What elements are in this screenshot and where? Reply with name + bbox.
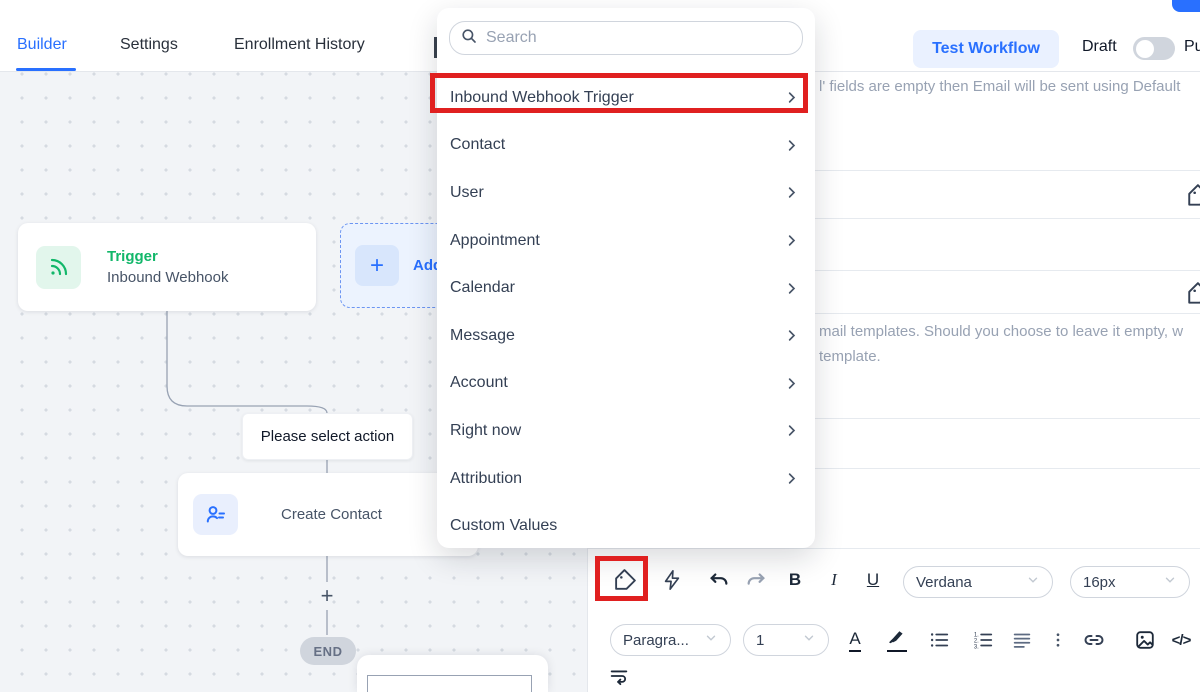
trigger-node-subtitle: Inbound Webhook [107, 267, 229, 288]
menu-search-box[interactable] [449, 21, 803, 55]
italic-button[interactable]: I [820, 566, 848, 594]
undo-icon[interactable] [705, 566, 733, 594]
publish-toggle[interactable] [1133, 37, 1175, 60]
menu-item-calendar[interactable]: Calendar [437, 264, 815, 312]
menu-item-account[interactable]: Account [437, 360, 815, 408]
menu-item-custom-values[interactable]: Custom Values [437, 502, 815, 548]
create-contact-node[interactable]: Create Contact [178, 473, 478, 556]
menu-item-user[interactable]: User [437, 169, 815, 217]
helper-text-default-email: l' fields are empty then Email will be s… [819, 78, 1180, 95]
underline-button[interactable]: U [859, 566, 887, 594]
insert-image-icon[interactable] [1131, 626, 1159, 654]
trigger-node-title: Trigger [107, 246, 229, 267]
active-tab-underline [16, 68, 76, 71]
contact-icon [193, 494, 238, 535]
menu-item-message[interactable]: Message [437, 312, 815, 360]
plus-icon: + [355, 245, 399, 286]
helper-text-templates-1: mail templates. Should you choose to lea… [819, 323, 1183, 340]
search-input[interactable] [486, 29, 766, 47]
chevron-right-icon [784, 281, 799, 296]
numbered-list-icon[interactable]: 1. 2. 3. [969, 626, 997, 654]
chevron-right-icon [784, 423, 799, 438]
chevron-right-icon [784, 376, 799, 391]
annotation-box-inbound-webhook-trigger [430, 73, 808, 113]
search-icon [460, 27, 478, 50]
chevron-down-icon [802, 631, 816, 649]
custom-values-tag-icon[interactable] [1186, 281, 1200, 312]
helper-text-templates-2: template. [819, 348, 881, 365]
chevron-down-icon [1026, 573, 1040, 591]
align-text-icon[interactable] [1008, 626, 1036, 654]
insert-link-icon[interactable] [1080, 626, 1108, 654]
chevron-right-icon [784, 185, 799, 200]
annotation-box-tag-button [595, 556, 648, 601]
bold-button[interactable]: B [781, 566, 809, 594]
webhook-icon [36, 246, 81, 289]
highlight-color-button[interactable] [883, 626, 911, 654]
lightning-icon[interactable] [658, 566, 686, 594]
chevron-down-icon [704, 631, 718, 649]
menu-item-right-now[interactable]: Right now [437, 407, 815, 455]
chevron-right-icon [784, 471, 799, 486]
redo-icon[interactable] [742, 566, 770, 594]
menu-item-contact[interactable]: Contact [437, 122, 815, 170]
paragraph-style-select[interactable]: Paragra... [610, 624, 731, 656]
chevron-down-icon [1163, 573, 1177, 591]
add-action-button[interactable]: + [317, 584, 337, 608]
trigger-node[interactable]: Trigger Inbound Webhook [18, 223, 316, 311]
toggle-knob [1136, 40, 1154, 58]
bottom-popup-panel [357, 655, 548, 692]
chevron-right-icon [784, 138, 799, 153]
more-options-icon[interactable] [1044, 626, 1072, 654]
cropped-blue-button [1172, 0, 1200, 12]
create-contact-label: Create Contact [281, 506, 382, 523]
bottom-panel-field[interactable] [367, 675, 532, 692]
select-action-label: Please select action [242, 413, 413, 460]
chevron-right-icon [784, 233, 799, 248]
end-badge: END [300, 637, 356, 665]
test-workflow-button[interactable]: Test Workflow [913, 30, 1059, 68]
line-height-select[interactable]: 1 [743, 624, 829, 656]
tab-settings[interactable]: Settings [120, 36, 178, 54]
workflow-builder-app: Trigger Inbound Webhook + Add Please sel… [0, 0, 1200, 692]
custom-values-tag-icon[interactable] [1186, 183, 1200, 214]
publish-label: Publish [1184, 38, 1200, 56]
tab-enrollment-history[interactable]: Enrollment History [234, 36, 365, 54]
menu-item-attribution[interactable]: Attribution [437, 455, 815, 503]
bullet-list-icon[interactable] [925, 626, 953, 654]
menu-item-appointment[interactable]: Appointment [437, 217, 815, 265]
font-size-select[interactable]: 16px [1070, 566, 1190, 598]
chevron-right-icon [784, 328, 799, 343]
svg-text:3.: 3. [974, 644, 979, 650]
tab-builder[interactable]: Builder [17, 36, 67, 54]
text-wrap-icon[interactable] [605, 662, 633, 690]
field-separator [588, 548, 1200, 549]
font-family-select[interactable]: Verdana [903, 566, 1053, 598]
draft-label: Draft [1082, 38, 1117, 56]
code-view-button[interactable]: </> [1167, 626, 1195, 654]
font-color-button[interactable]: A [841, 626, 869, 654]
